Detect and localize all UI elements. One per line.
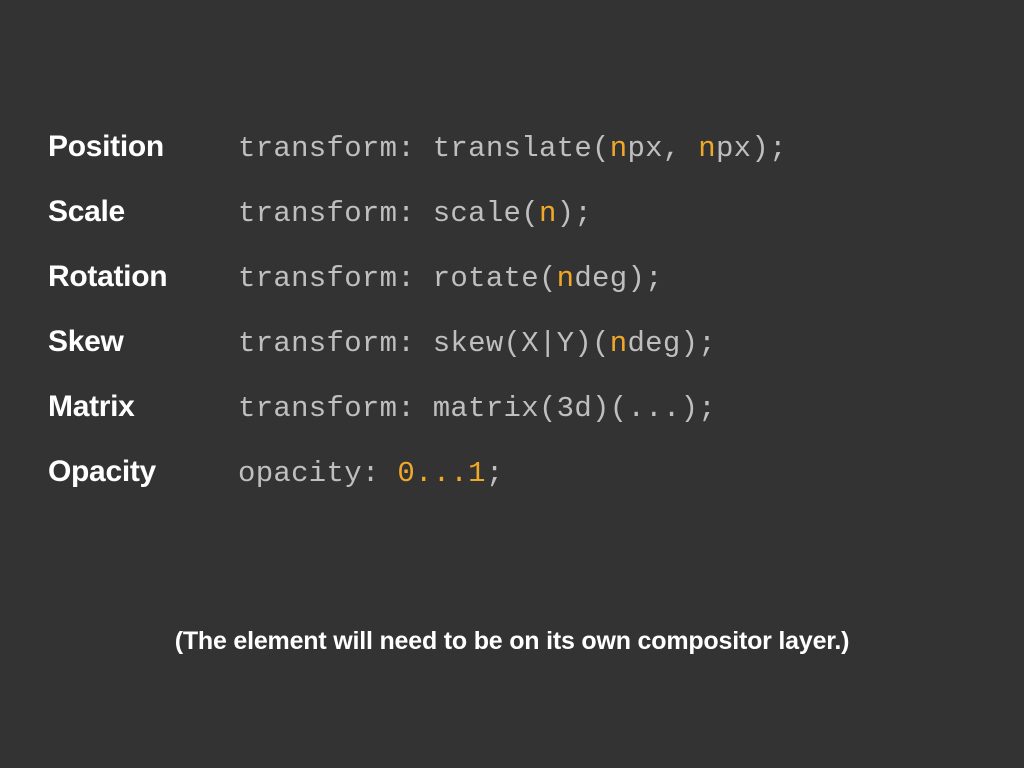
property-row: Skewtransform: skew(X|Y)(ndeg); bbox=[48, 325, 976, 360]
code-text: ); bbox=[557, 197, 592, 230]
property-row: Rotationtransform: rotate(ndeg); bbox=[48, 260, 976, 295]
code-variable: n bbox=[610, 132, 628, 165]
code-variable: n bbox=[539, 197, 557, 230]
property-row: Opacityopacity: 0...1; bbox=[48, 455, 976, 490]
code-text: transform: matrix(3d)(...); bbox=[238, 392, 716, 425]
property-row: Matrixtransform: matrix(3d)(...); bbox=[48, 390, 976, 425]
code-text: deg); bbox=[574, 262, 663, 295]
code-text: transform: scale( bbox=[238, 197, 539, 230]
code-text: transform: rotate( bbox=[238, 262, 557, 295]
property-code: transform: translate(npx, npx); bbox=[238, 132, 787, 165]
code-variable: n bbox=[610, 327, 628, 360]
code-text: ; bbox=[486, 457, 504, 490]
property-label: Position bbox=[48, 130, 238, 164]
code-variable: 0...1 bbox=[397, 457, 486, 490]
property-code: transform: matrix(3d)(...); bbox=[238, 392, 716, 425]
code-variable: n bbox=[557, 262, 575, 295]
footnote: (The element will need to be on its own … bbox=[0, 627, 1024, 656]
property-row: Scaletransform: scale(n); bbox=[48, 195, 976, 230]
code-text: deg); bbox=[627, 327, 716, 360]
property-label: Scale bbox=[48, 195, 238, 229]
property-code: transform: scale(n); bbox=[238, 197, 592, 230]
code-text: opacity: bbox=[238, 457, 397, 490]
code-text: px, bbox=[627, 132, 698, 165]
property-code: transform: rotate(ndeg); bbox=[238, 262, 663, 295]
code-text: transform: skew(X|Y)( bbox=[238, 327, 610, 360]
property-label: Matrix bbox=[48, 390, 238, 424]
property-label: Opacity bbox=[48, 455, 238, 489]
property-row: Positiontransform: translate(npx, npx); bbox=[48, 130, 976, 165]
property-label: Skew bbox=[48, 325, 238, 359]
property-code: transform: skew(X|Y)(ndeg); bbox=[238, 327, 716, 360]
property-label: Rotation bbox=[48, 260, 238, 294]
code-variable: n bbox=[698, 132, 716, 165]
code-text: px); bbox=[716, 132, 787, 165]
property-list: Positiontransform: translate(npx, npx);S… bbox=[48, 130, 976, 490]
property-code: opacity: 0...1; bbox=[238, 457, 504, 490]
slide: Positiontransform: translate(npx, npx);S… bbox=[0, 0, 1024, 768]
code-text: transform: translate( bbox=[238, 132, 610, 165]
